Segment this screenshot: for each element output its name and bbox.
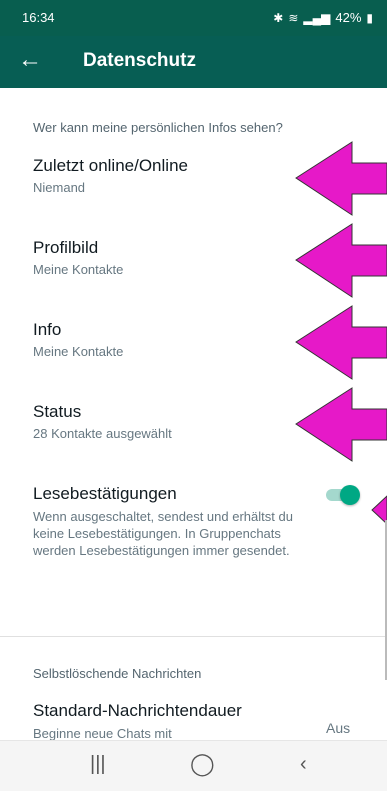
toggle-knob — [340, 485, 360, 505]
setting-status[interactable]: Status 28 Kontakte ausgewählt — [33, 401, 323, 443]
setting-description: Wenn ausgeschaltet, sendest und erhältst… — [33, 509, 293, 558]
clock: 16:34 — [22, 10, 55, 25]
signal-icon: ▂▄▆ — [303, 10, 331, 25]
battery-icon: ▮ — [366, 10, 373, 25]
setting-value: Aus — [326, 720, 351, 736]
home-icon[interactable]: ◯ — [190, 751, 215, 777]
setting-last-seen[interactable]: Zuletzt online/Online Niemand — [33, 155, 323, 197]
setting-title: Lesebestätigungen — [33, 484, 177, 503]
settings-list[interactable]: Wer kann meine persönlichen Infos sehen?… — [0, 88, 387, 740]
setting-title: Profilbild — [33, 238, 99, 257]
wifi-icon: ≋ — [288, 10, 299, 25]
setting-default-timer[interactable]: Standard-Nachrichtendauer Beginne neue C… — [33, 700, 323, 740]
section-header-personal-info: Wer kann meine persönlichen Infos sehen? — [33, 120, 283, 135]
setting-value: Niemand — [33, 180, 86, 195]
setting-title: Zuletzt online/Online — [33, 156, 188, 175]
setting-title: Status — [33, 402, 82, 421]
setting-profile-photo[interactable]: Profilbild Meine Kontakte — [33, 237, 323, 279]
setting-value: 28 Kontakte ausgewählt — [33, 426, 172, 441]
page-title: Datenschutz — [83, 50, 196, 71]
bluetooth-icon: ✱ — [273, 10, 284, 25]
recent-apps-icon[interactable]: ||| — [90, 753, 106, 776]
status-bar: 16:34 ✱ ≋ ▂▄▆ 42% ▮ — [0, 0, 387, 36]
battery-level: 42% — [335, 10, 362, 25]
system-nav-bar: ||| ◯ ‹ — [0, 740, 387, 791]
setting-read-receipts[interactable]: Lesebestätigungen Wenn ausgeschaltet, se… — [33, 483, 323, 559]
setting-value: Meine Kontakte — [33, 344, 124, 359]
status-icons: ✱ ≋ ▂▄▆ 42% ▮ — [273, 10, 373, 25]
read-receipts-toggle[interactable] — [324, 484, 360, 505]
setting-about[interactable]: Info Meine Kontakte — [33, 319, 323, 361]
section-divider — [0, 636, 387, 637]
arrow-left-icon[interactable]: ← — [18, 46, 42, 74]
section-header-disappearing: Selbstlöschende Nachrichten — [33, 666, 202, 681]
app-bar: ← Datenschutz — [0, 36, 387, 88]
back-icon[interactable]: ‹ — [300, 753, 307, 776]
setting-title: Info — [33, 320, 62, 339]
setting-value: Meine Kontakte — [33, 262, 124, 277]
setting-description: Beginne neue Chats mit selbstlöschenden … — [33, 726, 172, 740]
setting-title: Standard-Nachrichtendauer — [33, 701, 242, 720]
